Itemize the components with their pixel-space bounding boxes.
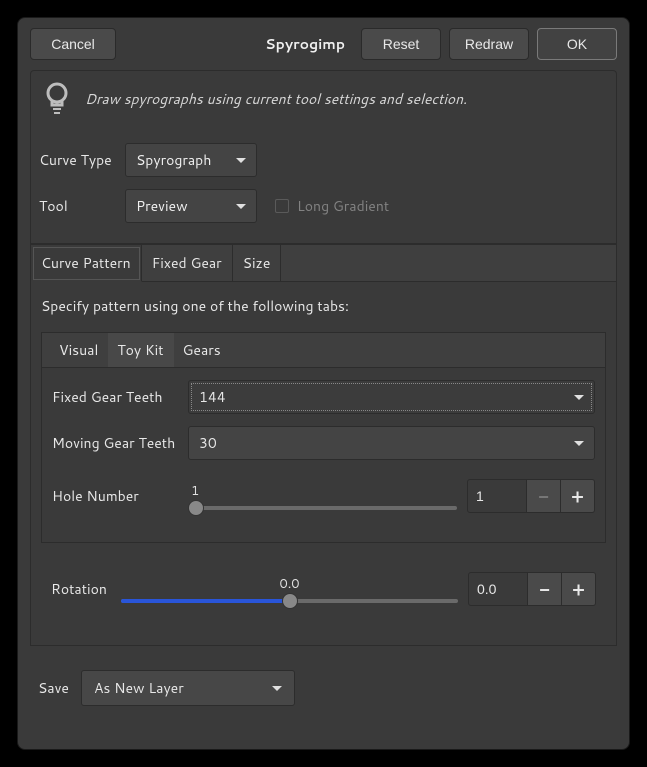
inner-tabbar: Visual Toy Kit Gears: [42, 333, 605, 368]
rotation-slider[interactable]: 0.0: [121, 565, 458, 613]
long-gradient-label: Long Gradient: [297, 196, 389, 216]
rotation-decrement[interactable]: −: [528, 572, 562, 606]
hint-box: Draw spyrographs using current tool sett…: [30, 70, 617, 127]
rotation-display: 0.0: [121, 575, 458, 593]
save-value: As New Layer: [94, 678, 184, 698]
hole-number-display: 1: [188, 482, 457, 500]
save-dropdown[interactable]: As New Layer: [81, 670, 295, 706]
chevron-down-icon: [236, 158, 246, 163]
curve-type-dropdown[interactable]: Spyrograph: [125, 143, 257, 177]
rotation-input[interactable]: [468, 572, 528, 606]
fixed-gear-teeth-value: 144: [199, 387, 226, 407]
rotation-row: Rotation 0.0 − +: [41, 543, 606, 625]
lightbulb-icon: [43, 81, 71, 117]
hint-text: Draw spyrographs using current tool sett…: [85, 89, 467, 109]
long-gradient-checkbox[interactable]: Long Gradient: [275, 196, 389, 216]
hole-number-input[interactable]: [467, 479, 527, 513]
tab-gears[interactable]: Gears: [174, 333, 231, 367]
rotation-spinbox: − +: [468, 572, 596, 606]
hole-number-label: Hole Number: [52, 486, 178, 506]
tool-value: Preview: [136, 196, 188, 216]
slider-thumb[interactable]: [282, 593, 298, 609]
tool-label: Tool: [39, 196, 117, 216]
rotation-label: Rotation: [51, 579, 111, 599]
cancel-button[interactable]: Cancel: [30, 28, 116, 60]
checkbox-box: [275, 199, 289, 213]
dialog-title: Spyrogimp: [124, 34, 353, 54]
reset-button[interactable]: Reset: [361, 28, 441, 60]
hole-number-decrement[interactable]: −: [527, 479, 561, 513]
curve-type-label: Curve Type: [39, 150, 117, 170]
tab-fixed-gear[interactable]: Fixed Gear: [142, 245, 233, 281]
tab-toy-kit[interactable]: Toy Kit: [108, 333, 173, 367]
top-options: Curve Type Spyrograph Tool Preview Long …: [30, 127, 617, 244]
chevron-down-icon: [272, 686, 282, 691]
chevron-down-icon: [574, 441, 584, 446]
save-label: Save: [38, 678, 69, 698]
main-tabbar: Curve Pattern Fixed Gear Size: [31, 245, 616, 282]
chevron-down-icon: [236, 204, 246, 209]
chevron-down-icon: [574, 395, 584, 400]
redraw-button[interactable]: Redraw: [449, 28, 529, 60]
tab-body-curve-pattern: Specify pattern using one of the followi…: [31, 282, 616, 645]
moving-gear-teeth-dropdown[interactable]: 30: [188, 426, 595, 460]
slider-thumb[interactable]: [188, 500, 204, 516]
fixed-gear-teeth-dropdown[interactable]: 144: [188, 380, 595, 414]
tab-size[interactable]: Size: [233, 245, 282, 281]
inner-tabs: Visual Toy Kit Gears Fixed Gear Teeth 14…: [41, 332, 606, 543]
tab-curve-pattern[interactable]: Curve Pattern: [31, 245, 142, 282]
hole-number-increment[interactable]: +: [561, 479, 595, 513]
moving-gear-teeth-value: 30: [199, 433, 217, 453]
hole-number-spinbox: − +: [467, 479, 595, 513]
hole-number-slider[interactable]: 1: [188, 472, 457, 520]
fixed-gear-teeth-label: Fixed Gear Teeth: [52, 387, 178, 407]
moving-gear-teeth-label: Moving Gear Teeth: [52, 433, 178, 453]
pattern-caption: Specify pattern using one of the followi…: [41, 296, 606, 316]
save-row: Save As New Layer: [38, 670, 609, 706]
curve-type-value: Spyrograph: [136, 150, 211, 170]
tab-visual[interactable]: Visual: [50, 333, 108, 367]
ok-button[interactable]: OK: [537, 28, 617, 60]
header-bar: Cancel Spyrogimp Reset Redraw OK: [18, 18, 629, 70]
dialog-window: Cancel Spyrogimp Reset Redraw OK Draw sp…: [17, 17, 630, 750]
toy-kit-panel: Fixed Gear Teeth 144 Moving Gear Teeth 3…: [42, 368, 605, 542]
tool-dropdown[interactable]: Preview: [125, 189, 257, 223]
main-tabs: Curve Pattern Fixed Gear Size Specify pa…: [30, 244, 617, 646]
rotation-increment[interactable]: +: [562, 572, 596, 606]
